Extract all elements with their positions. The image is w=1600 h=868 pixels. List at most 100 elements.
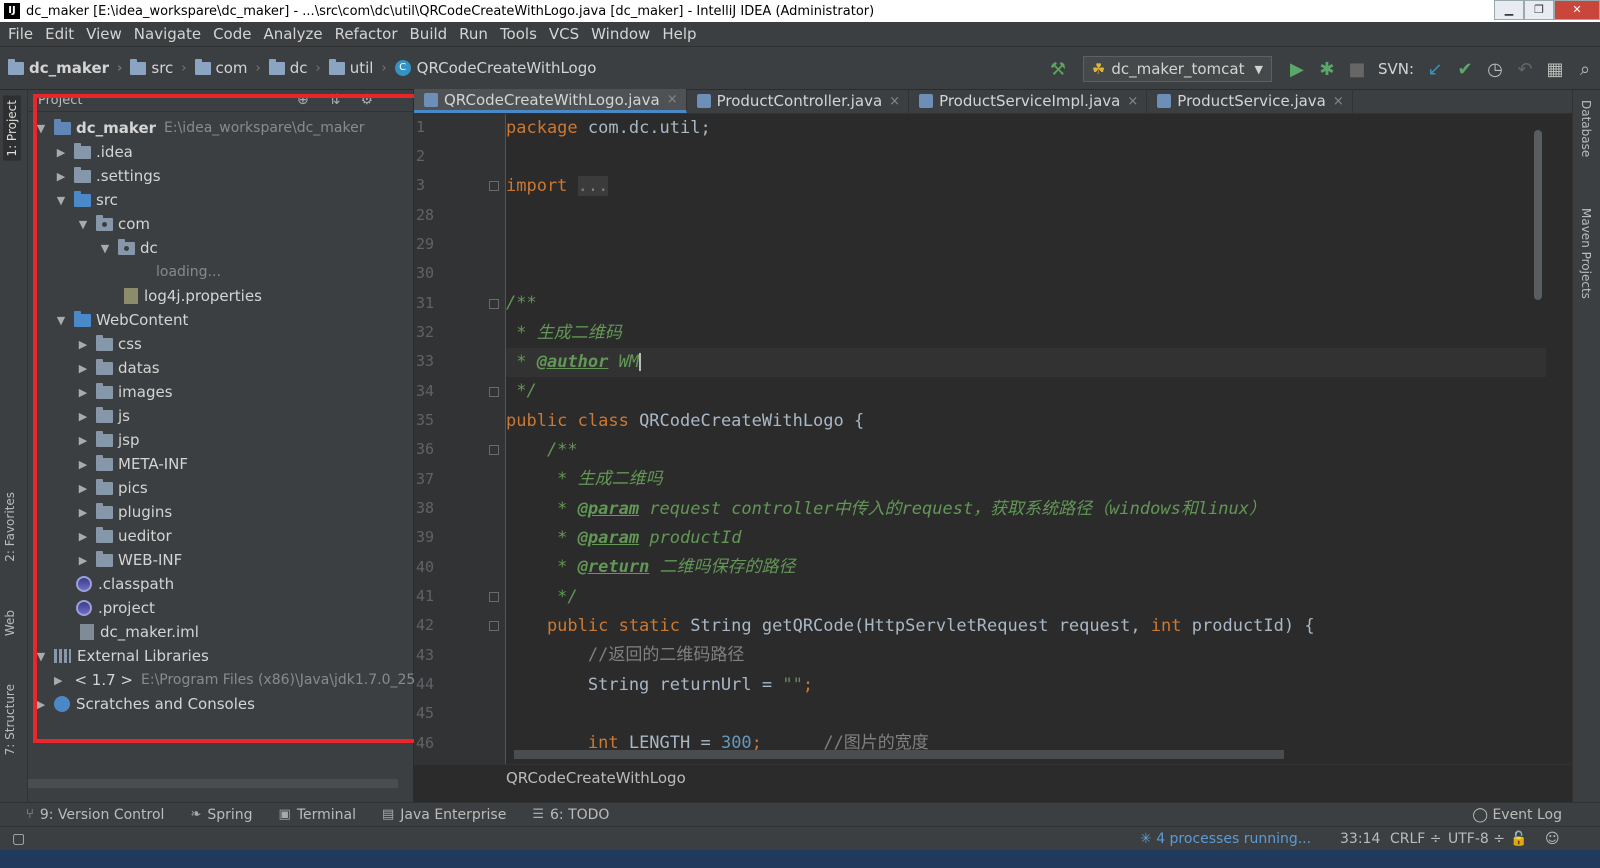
- minimize-icon[interactable]: ▁: [1494, 0, 1524, 20]
- folded-imports[interactable]: ...: [577, 176, 609, 196]
- search-icon[interactable]: ⌕: [1570, 59, 1600, 80]
- menu-help[interactable]: Help: [656, 25, 702, 43]
- tool-todo[interactable]: ☰ 6: TODO: [532, 807, 609, 823]
- menu-file[interactable]: File: [2, 25, 39, 43]
- menu-refactor[interactable]: Refactor: [329, 25, 404, 43]
- editor-breadcrumb[interactable]: QRCodeCreateWithLogo: [414, 764, 1572, 790]
- tab-productcontroller[interactable]: ProductController.java ×: [687, 89, 910, 113]
- svn-update-icon[interactable]: ↙: [1420, 59, 1450, 80]
- collapsed-arrow-icon[interactable]: ▶: [34, 698, 48, 711]
- collapsed-arrow-icon[interactable]: ▶: [54, 170, 68, 183]
- expanded-arrow-icon[interactable]: ▼: [76, 218, 90, 231]
- expanded-arrow-icon[interactable]: ▼: [54, 314, 68, 327]
- tab-database[interactable]: Database: [1579, 100, 1593, 157]
- editor-horizontal-scrollbar[interactable]: [514, 750, 1284, 759]
- tree-node-external-libraries[interactable]: ▼ External Libraries: [28, 644, 414, 668]
- crumb-util[interactable]: util ›: [321, 58, 387, 77]
- tab-productservice[interactable]: ProductService.java ×: [1147, 89, 1353, 113]
- tree-node-web-inf[interactable]: ▶ WEB-INF: [28, 548, 414, 572]
- tab-web[interactable]: Web: [3, 610, 17, 636]
- restore-icon[interactable]: ❐: [1524, 0, 1554, 20]
- history-icon[interactable]: ◷: [1480, 59, 1510, 80]
- menu-run[interactable]: Run: [453, 25, 494, 43]
- crumb-src[interactable]: src ›: [122, 58, 187, 77]
- tree-node-classpath[interactable]: .classpath: [28, 572, 414, 596]
- tool-terminal[interactable]: ▣ Terminal: [279, 807, 356, 823]
- tree-node-scratches[interactable]: ▶ Scratches and Consoles: [28, 692, 414, 716]
- settings-gear-icon[interactable]: ⚙: [360, 92, 373, 108]
- menu-tools[interactable]: Tools: [494, 25, 543, 43]
- project-structure-icon[interactable]: ▦: [1540, 59, 1570, 80]
- tab-project[interactable]: 1: Project: [3, 96, 21, 161]
- collapsed-arrow-icon[interactable]: ▶: [76, 338, 90, 351]
- tree-node-idea[interactable]: ▶ .idea: [28, 140, 414, 164]
- menu-navigate[interactable]: Navigate: [128, 25, 207, 43]
- event-log-button[interactable]: ◯ Event Log: [1472, 807, 1562, 823]
- tab-favorites[interactable]: 2: Favorites: [3, 492, 17, 562]
- collapsed-arrow-icon[interactable]: ▶: [76, 458, 90, 471]
- collapsed-arrow-icon[interactable]: ▶: [76, 386, 90, 399]
- code-area[interactable]: package com.dc.util; import ... /** * 生成…: [506, 114, 1546, 772]
- expanded-arrow-icon[interactable]: ▼: [54, 194, 68, 207]
- fold-marker-icon[interactable]: [489, 181, 499, 191]
- debug-icon[interactable]: ✱: [1312, 59, 1342, 80]
- collapsed-arrow-icon[interactable]: ▶: [76, 362, 90, 375]
- editor-vertical-scrollbar[interactable]: [1534, 130, 1542, 300]
- menu-window[interactable]: Window: [585, 25, 656, 43]
- stop-icon[interactable]: ■: [1342, 59, 1372, 80]
- collapsed-arrow-icon[interactable]: ▶: [76, 506, 90, 519]
- crumb-class[interactable]: C QRCodeCreateWithLogo: [387, 59, 596, 77]
- revert-icon[interactable]: ↶: [1510, 59, 1540, 80]
- scroll-from-source-icon[interactable]: ⊕: [297, 92, 309, 108]
- fold-marker-icon[interactable]: [489, 299, 499, 309]
- tree-node-datas[interactable]: ▶ datas: [28, 356, 414, 380]
- file-encoding[interactable]: UTF-8 ÷: [1448, 831, 1505, 847]
- menu-code[interactable]: Code: [207, 25, 257, 43]
- background-processes[interactable]: ✳ 4 processes running...: [1140, 831, 1311, 847]
- collapse-all-icon[interactable]: ⇅: [329, 92, 341, 108]
- tool-version-control[interactable]: ⑂ 9: Version Control: [26, 807, 164, 823]
- tool-spring[interactable]: ❧ Spring: [190, 807, 252, 823]
- close-tab-icon[interactable]: ×: [667, 92, 678, 107]
- crumb-dc[interactable]: dc ›: [261, 58, 321, 77]
- fold-marker-icon[interactable]: [489, 445, 499, 455]
- tree-node-ueditor[interactable]: ▶ ueditor: [28, 524, 414, 548]
- build-hammer-icon[interactable]: ⚒: [1043, 59, 1073, 80]
- lock-icon[interactable]: 🔓: [1510, 831, 1527, 847]
- svn-commit-icon[interactable]: ✔: [1450, 59, 1480, 80]
- tree-node-log4j[interactable]: log4j.properties: [28, 284, 414, 308]
- project-panel-scrollbar[interactable]: [28, 779, 398, 788]
- tab-productserviceimpl[interactable]: ProductServiceImpl.java ×: [909, 89, 1148, 113]
- line-separator[interactable]: CRLF ÷: [1390, 831, 1442, 847]
- close-icon[interactable]: ✕: [1554, 0, 1600, 20]
- fold-marker-icon[interactable]: [489, 387, 499, 397]
- tool-window-toggle-icon[interactable]: ▢: [12, 831, 25, 847]
- expanded-arrow-icon[interactable]: ▼: [34, 650, 48, 663]
- menu-view[interactable]: View: [80, 25, 128, 43]
- menu-edit[interactable]: Edit: [39, 25, 80, 43]
- inspector-icon[interactable]: ☺: [1545, 831, 1560, 847]
- tree-node-src[interactable]: ▼ src: [28, 188, 414, 212]
- tree-node-images[interactable]: ▶ images: [28, 380, 414, 404]
- tree-node-js[interactable]: ▶ js: [28, 404, 414, 428]
- tree-node-css[interactable]: ▶ css: [28, 332, 414, 356]
- tree-node-meta-inf[interactable]: ▶ META-INF: [28, 452, 414, 476]
- tree-node-plugins[interactable]: ▶ plugins: [28, 500, 414, 524]
- run-icon[interactable]: ▶: [1282, 59, 1312, 80]
- collapsed-arrow-icon[interactable]: ▶: [54, 674, 62, 687]
- expanded-arrow-icon[interactable]: ▼: [98, 242, 112, 255]
- menu-vcs[interactable]: VCS: [543, 25, 585, 43]
- collapsed-arrow-icon[interactable]: ▶: [76, 482, 90, 495]
- expanded-arrow-icon[interactable]: ▼: [34, 122, 48, 135]
- close-tab-icon[interactable]: ×: [1333, 94, 1344, 109]
- crumb-project[interactable]: dc_maker ›: [0, 58, 122, 77]
- tool-java-enterprise[interactable]: ▤ Java Enterprise: [382, 807, 506, 823]
- tree-node-dc-maker[interactable]: ▼ dc_maker E:\idea_workspare\dc_maker: [28, 116, 414, 140]
- close-tab-icon[interactable]: ×: [889, 94, 900, 109]
- caret-position[interactable]: 33:14: [1340, 831, 1380, 847]
- fold-marker-icon[interactable]: [489, 592, 499, 602]
- tree-node-com[interactable]: ▼ com: [28, 212, 414, 236]
- tab-maven-projects[interactable]: Maven Projects: [1579, 208, 1593, 299]
- tree-node-settings[interactable]: ▶ .settings: [28, 164, 414, 188]
- crumb-com[interactable]: com ›: [187, 58, 261, 77]
